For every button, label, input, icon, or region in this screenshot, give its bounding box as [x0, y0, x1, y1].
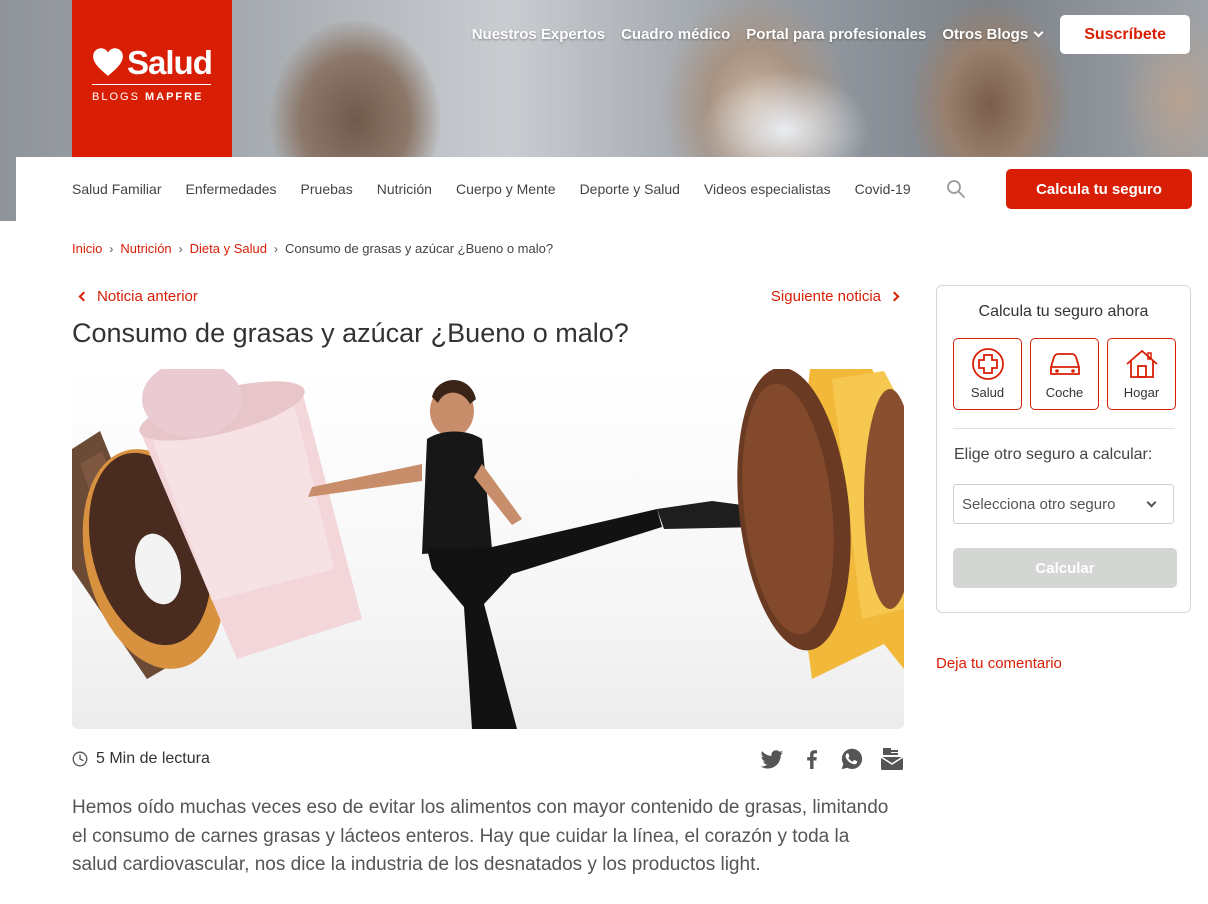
nav-cuadro-medico[interactable]: Cuadro médico	[621, 26, 730, 43]
nav-otros-blogs-label: Otros Blogs	[942, 26, 1029, 43]
category-deporte-salud[interactable]: Deporte y Salud	[580, 181, 680, 197]
article-hero-image	[72, 369, 904, 729]
article-title: Consumo de grasas y azúcar ¿Bueno o malo…	[72, 318, 629, 348]
insurance-select[interactable]: Selecciona otro seguro	[953, 484, 1174, 524]
twitter-icon[interactable]	[760, 747, 784, 771]
category-cuerpo-mente[interactable]: Cuerpo y Mente	[456, 181, 556, 197]
clock-icon	[72, 751, 88, 767]
nav-nuestros-expertos[interactable]: Nuestros Expertos	[472, 26, 605, 43]
whatsapp-icon[interactable]	[840, 747, 864, 771]
insurance-type-tiles: Salud Coche Hogar	[953, 338, 1184, 410]
article-meta: 5 Min de lectura	[72, 746, 904, 772]
chevron-left-icon	[78, 291, 89, 302]
house-icon	[1125, 349, 1158, 378]
widget-title: Calcula tu seguro ahora	[978, 303, 1149, 320]
breadcrumb-nutricion[interactable]: Nutrición	[120, 241, 171, 256]
car-icon	[1049, 353, 1080, 375]
category-videos-especialistas[interactable]: Videos especialistas	[704, 181, 831, 197]
insurance-tile-coche[interactable]: Coche	[1030, 338, 1099, 410]
insurance-tile-hogar[interactable]: Hogar	[1107, 338, 1176, 410]
logo-tagline-blogs: BLOGS	[92, 91, 140, 103]
widget-subtitle: Elige otro seguro a calcular:	[954, 446, 1153, 463]
calculate-insurance-button[interactable]: Calcula tu seguro	[1006, 169, 1192, 209]
logo-tagline-mapfre: MAPFRE	[144, 91, 204, 103]
nav-otros-blogs[interactable]: Otros Blogs	[942, 26, 1044, 43]
logo-wordmark: Salud	[127, 44, 213, 81]
heart-icon	[93, 48, 123, 76]
chevron-right-icon	[889, 291, 900, 302]
email-icon[interactable]	[880, 747, 904, 771]
facebook-icon[interactable]	[800, 747, 824, 771]
subscribe-button[interactable]: Suscríbete	[1060, 15, 1190, 54]
top-navigation: Nuestros Expertos Cuadro médico Portal p…	[456, 15, 1190, 54]
breadcrumb-separator: ›	[273, 241, 278, 256]
category-pruebas[interactable]: Pruebas	[301, 181, 353, 197]
widget-divider	[953, 428, 1175, 429]
category-enfermedades[interactable]: Enfermedades	[185, 181, 276, 197]
next-article-link[interactable]: Siguiente noticia	[771, 288, 904, 305]
previous-article-link[interactable]: Noticia anterior	[72, 288, 198, 305]
previous-article-label: Noticia anterior	[97, 288, 198, 305]
category-nutricion[interactable]: Nutrición	[377, 181, 432, 197]
share-bar	[744, 747, 904, 771]
leave-comment-link[interactable]: Deja tu comentario	[936, 655, 1062, 672]
breadcrumb-dieta-salud[interactable]: Dieta y Salud	[190, 241, 267, 256]
reading-time: 5 Min de lectura	[96, 750, 210, 767]
logo-tagline: BLOGS MAPFRE	[92, 91, 203, 103]
calculate-button[interactable]: Calcular	[953, 548, 1177, 588]
article-lead-paragraph: Hemos oído muchas veces eso de evitar lo…	[72, 797, 889, 875]
chevron-down-icon	[1146, 497, 1157, 508]
insurance-tile-label: Hogar	[1123, 385, 1160, 400]
chevron-down-icon	[1033, 27, 1044, 38]
breadcrumb-current: Consumo de grasas y azúcar ¿Bueno o malo…	[284, 241, 554, 256]
category-covid19[interactable]: Covid-19	[855, 181, 911, 197]
breadcrumb-separator: ›	[178, 241, 183, 256]
insurance-tile-salud[interactable]: Salud	[953, 338, 1022, 410]
insurance-calculator-widget: Calcula tu seguro ahora Salud Coche Hoga…	[936, 285, 1191, 613]
next-article-label: Siguiente noticia	[770, 288, 881, 305]
category-salud-familiar[interactable]: Salud Familiar	[72, 181, 161, 197]
article-illustration	[72, 369, 904, 729]
logo-divider	[92, 84, 211, 85]
article-pagination: Noticia anterior Siguiente noticia	[72, 288, 904, 305]
breadcrumb-inicio[interactable]: Inicio	[72, 241, 102, 256]
insurance-select-value: Selecciona otro seguro	[962, 495, 1116, 513]
site-logo[interactable]: Salud BLOGS MAPFRE	[72, 0, 232, 157]
category-navigation: Salud Familiar Enfermedades Pruebas Nutr…	[16, 157, 1208, 221]
insurance-tile-label: Coche	[1045, 385, 1084, 400]
nav-portal-profesionales[interactable]: Portal para profesionales	[746, 26, 926, 43]
breadcrumb: Inicio › Nutrición › Dieta y Salud › Con…	[72, 241, 553, 256]
health-cross-icon	[971, 348, 1004, 380]
breadcrumb-separator: ›	[109, 241, 114, 256]
insurance-tile-label: Salud	[970, 385, 1005, 400]
search-icon[interactable]	[946, 179, 966, 199]
